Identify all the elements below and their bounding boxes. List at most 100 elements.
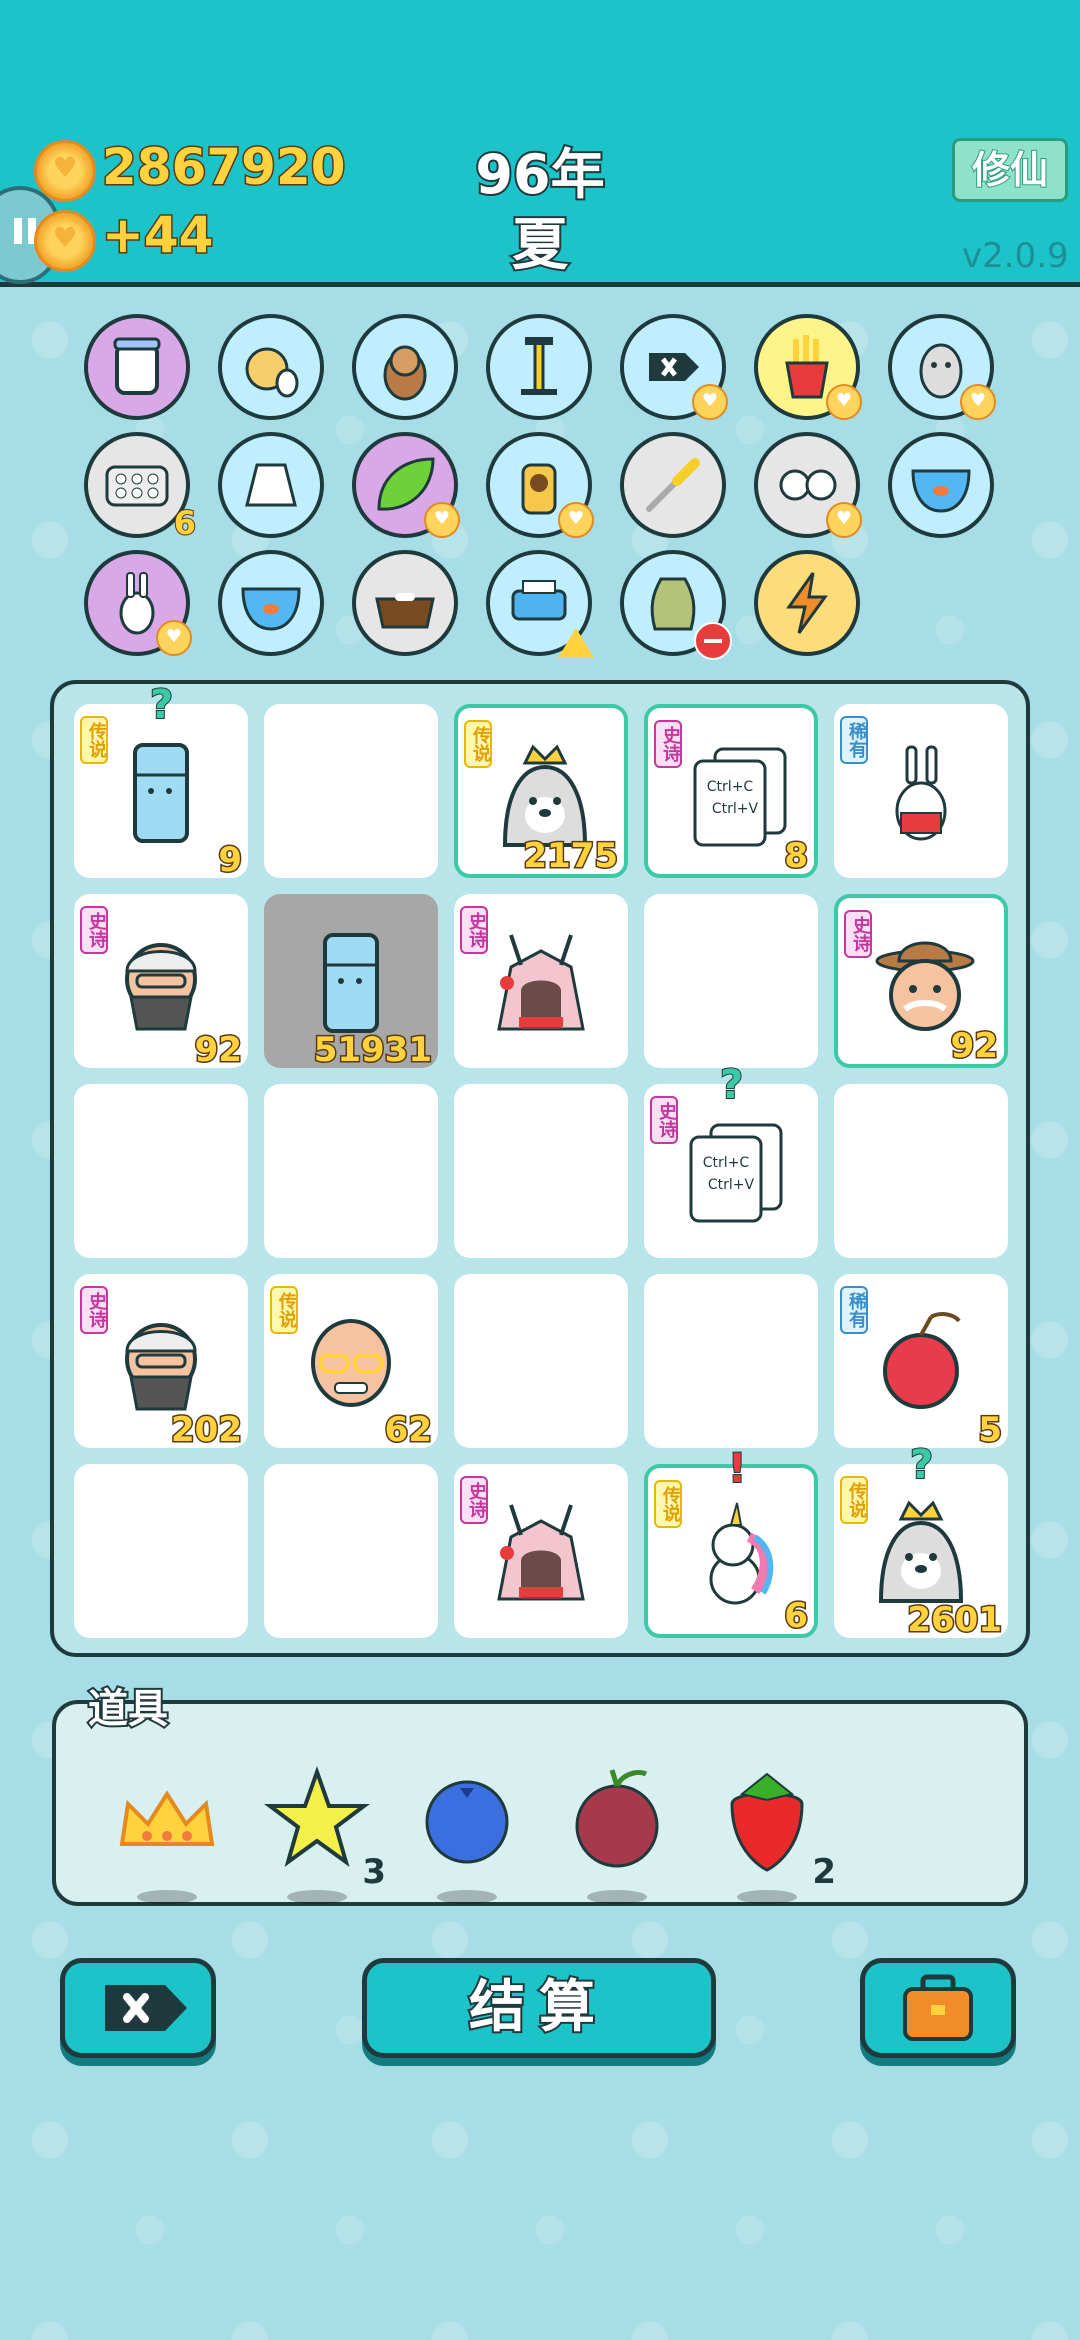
- inventory-item[interactable]: [888, 432, 994, 538]
- inventory-item[interactable]: [754, 314, 862, 420]
- question-mark: ?: [909, 1441, 934, 1489]
- prop-item[interactable]: 3: [262, 1764, 386, 1904]
- board-cell[interactable]: [454, 1084, 628, 1258]
- settle-button[interactable]: 结算: [362, 1958, 716, 2058]
- board-cell[interactable]: [264, 1464, 438, 1638]
- inventory-item[interactable]: [218, 432, 324, 538]
- inventory-item[interactable]: [218, 550, 324, 656]
- board-cell[interactable]: 稀有 5: [834, 1274, 1008, 1452]
- rarity-tag: 史诗: [460, 1476, 488, 1524]
- inventory-item[interactable]: [486, 314, 592, 420]
- board-cell[interactable]: [264, 704, 438, 878]
- coin-total: 2867920: [101, 137, 348, 198]
- inventory-item[interactable]: [352, 432, 460, 538]
- prop-item[interactable]: [562, 1764, 672, 1904]
- bayberry-icon: [575, 1769, 659, 1868]
- heart-badge-icon: [692, 384, 728, 420]
- copy-paste-icon: Ctrl+C Ctrl+V: [693, 747, 787, 847]
- item-count: 6: [173, 503, 197, 543]
- heart-badge-icon: [826, 502, 862, 538]
- board-cell[interactable]: Ctrl+C Ctrl+V 史诗?: [644, 1061, 818, 1258]
- inventory-item[interactable]: [218, 314, 324, 420]
- merge-board: 传说 9? 传说 2175 Ctrl+C Ctrl+V 史诗 8 稀有 史诗 92 51931 史诗 史诗…: [50, 680, 1030, 1657]
- board-cell[interactable]: [644, 1274, 818, 1448]
- board-cell[interactable]: 51931: [264, 894, 438, 1072]
- inventory-item[interactable]: [352, 314, 458, 420]
- board-cell[interactable]: 传说 2601?: [834, 1441, 1008, 1642]
- lightning-icon: [786, 572, 828, 634]
- item-count: 92: [949, 1025, 999, 1068]
- inventory-item[interactable]: [754, 550, 860, 656]
- board-cell[interactable]: 史诗 92: [834, 894, 1008, 1068]
- rabbit-red-icon: [895, 745, 947, 841]
- chick-egg-icon: [245, 347, 299, 398]
- husky-crown-icon: [878, 1500, 964, 1603]
- board-cell[interactable]: Ctrl+C Ctrl+V 史诗 8: [644, 704, 818, 878]
- item-count: 2175: [522, 835, 620, 878]
- dog-icon: [383, 345, 427, 401]
- rarity-tag: 史诗: [650, 1096, 678, 1144]
- inventory-item[interactable]: [620, 314, 728, 420]
- board-cell[interactable]: [834, 1084, 1008, 1258]
- fridge-icon: [323, 933, 379, 1033]
- board-cell[interactable]: [644, 894, 818, 1068]
- shadow: [737, 1890, 797, 1904]
- svg-text:Ctrl+C: Ctrl+C: [707, 779, 754, 795]
- shadow: [137, 1890, 197, 1904]
- board-cell[interactable]: 史诗: [454, 894, 628, 1068]
- board-cell[interactable]: 史诗 92: [74, 894, 248, 1072]
- heart-badge-icon: [156, 620, 192, 656]
- old-man-icon: [125, 1323, 197, 1411]
- inventory-item[interactable]: [352, 550, 458, 656]
- inventory-item[interactable]: [620, 550, 732, 660]
- warning-badge-icon: [558, 628, 594, 658]
- item-count: 202: [170, 1409, 244, 1452]
- old-man-icon: [125, 943, 197, 1031]
- props-panel: 32: [52, 1700, 1028, 1906]
- inventory-item[interactable]: [486, 550, 594, 658]
- briefcase-button[interactable]: [860, 1958, 1016, 2058]
- board-cell[interactable]: 传说 2175: [454, 704, 628, 878]
- shadow: [587, 1890, 647, 1904]
- item-count: 51931: [312, 1029, 433, 1072]
- prop-count: 2: [812, 1852, 836, 1892]
- delete-button[interactable]: [60, 1958, 216, 2058]
- rarity-tag: 传说: [840, 1476, 868, 1524]
- board-cell[interactable]: 稀有: [834, 704, 1008, 878]
- inventory-item[interactable]: [888, 314, 996, 420]
- board-cell[interactable]: 史诗 202: [74, 1274, 248, 1452]
- prop-item[interactable]: [412, 1764, 522, 1904]
- board-cell[interactable]: 传说 6!: [644, 1445, 818, 1638]
- rarity-tag: 传说: [464, 720, 492, 768]
- inventory-item[interactable]: [84, 550, 192, 656]
- inventory-item[interactable]: [486, 432, 594, 538]
- board-cell[interactable]: 传说 9?: [74, 681, 248, 882]
- board-cell[interactable]: 传说 62: [264, 1274, 438, 1452]
- fish-bowl-icon: [241, 587, 301, 631]
- item-count: 5: [977, 1409, 1004, 1452]
- skirt-icon: [245, 463, 297, 507]
- xiuxian-button[interactable]: 修仙: [952, 138, 1068, 202]
- board-cell[interactable]: [264, 1084, 438, 1258]
- coin-rate-icon: [34, 210, 96, 272]
- item-count: 6: [783, 1595, 810, 1638]
- prop-item[interactable]: 2: [712, 1764, 836, 1904]
- question-mark: ?: [719, 1061, 744, 1109]
- rarity-tag: 史诗: [654, 720, 682, 768]
- inventory-item[interactable]: [84, 314, 190, 420]
- coin-rate: +44: [100, 205, 214, 266]
- jar-icon: [113, 337, 161, 395]
- board-cell[interactable]: [74, 1464, 248, 1638]
- inventory-item[interactable]: 6: [84, 432, 197, 543]
- prop-item[interactable]: [112, 1764, 222, 1904]
- crown-icon: [119, 1790, 215, 1846]
- inventory-item[interactable]: [754, 432, 862, 538]
- inventory-item[interactable]: [620, 432, 726, 538]
- board-cell[interactable]: 史诗: [454, 1464, 628, 1638]
- pet-food-icon: [375, 593, 435, 629]
- board-cell[interactable]: [74, 1084, 248, 1258]
- fridge-icon: [133, 743, 189, 843]
- rarity-tag: 传说: [654, 1480, 682, 1528]
- shadow: [287, 1890, 347, 1904]
- board-cell[interactable]: [454, 1274, 628, 1448]
